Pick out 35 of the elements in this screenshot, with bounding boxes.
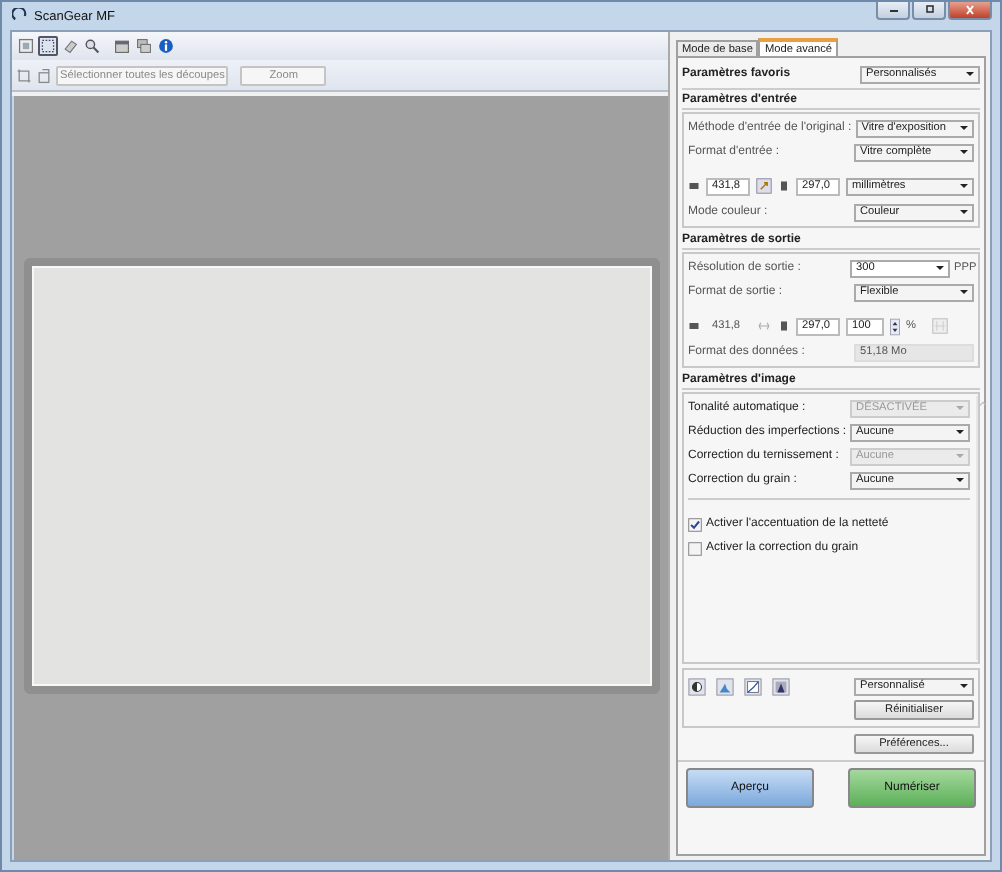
app-icon — [12, 8, 28, 24]
scan-icon — [18, 38, 34, 54]
checkbox[interactable] — [688, 517, 702, 531]
width-icon — [688, 180, 700, 192]
height-icon — [778, 180, 790, 192]
height-icon — [778, 320, 790, 332]
marquee-tool-button[interactable] — [38, 36, 58, 56]
histogram-icon[interactable] — [716, 677, 734, 695]
window-icon — [114, 38, 130, 54]
swap-icon[interactable] — [756, 178, 772, 194]
magnifier-tool-button[interactable] — [82, 36, 102, 56]
magnifier-icon — [84, 38, 100, 54]
scrollbar[interactable] — [976, 396, 989, 660]
eraser-icon — [62, 38, 78, 54]
maximize-button[interactable] — [912, 2, 946, 20]
curve-icon[interactable] — [744, 677, 762, 695]
marquee-icon — [40, 38, 56, 54]
windows-tool-button[interactable] — [134, 36, 154, 56]
scan-tool-button[interactable] — [16, 36, 36, 56]
window-tool-button[interactable] — [112, 36, 132, 56]
close-button[interactable] — [948, 2, 992, 20]
crop-icon[interactable] — [16, 67, 32, 83]
rotate-icon[interactable] — [36, 67, 52, 83]
checkbox[interactable] — [688, 541, 702, 555]
windows-icon — [136, 38, 152, 54]
width-icon — [688, 320, 700, 332]
threshold-icon[interactable] — [772, 677, 790, 695]
minimize-button[interactable] — [876, 2, 910, 20]
info-tool-button[interactable] — [156, 36, 176, 56]
spinner-icon[interactable] — [890, 317, 900, 335]
eraser-tool-button[interactable] — [60, 36, 80, 56]
link-icon — [756, 318, 772, 334]
brightness-icon[interactable] — [688, 677, 706, 695]
close-icon — [960, 4, 980, 16]
info-icon — [158, 38, 174, 54]
